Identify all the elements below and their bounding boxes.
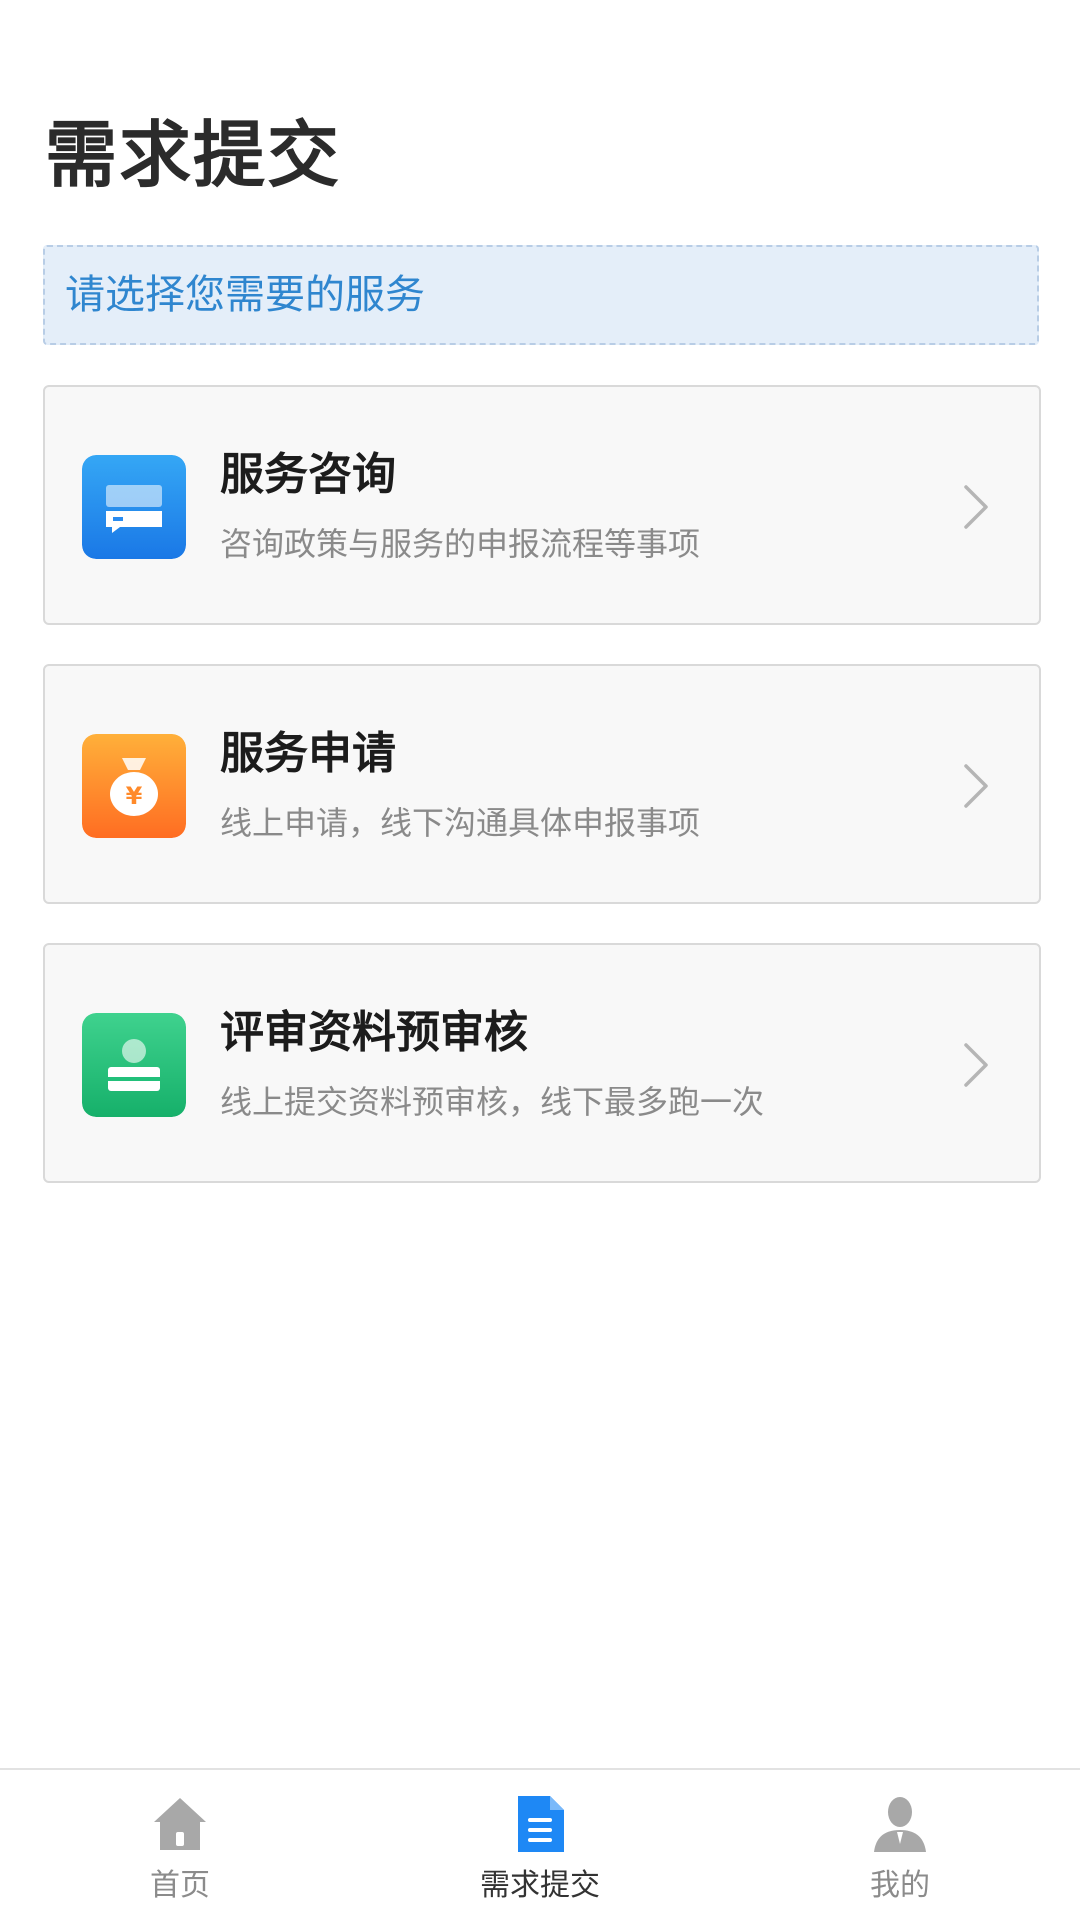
service-card-review[interactable]: 评审资料预审核 线上提交资料预审核，线下最多跑一次 xyxy=(43,943,1041,1183)
svg-text:¥: ¥ xyxy=(126,782,143,810)
chevron-right-icon xyxy=(961,762,991,810)
hint-banner: 请选择您需要的服务 xyxy=(43,245,1039,345)
tab-label: 首页 xyxy=(150,1868,210,1903)
tab-demand-submit[interactable]: 需求提交 xyxy=(360,1770,720,1920)
service-title: 服务申请 xyxy=(220,728,396,779)
service-title: 评审资料预审核 xyxy=(220,1007,528,1058)
home-icon xyxy=(150,1792,210,1856)
money-bag-icon: ¥ xyxy=(82,734,186,838)
service-card-application[interactable]: ¥ 服务申请 线上申请，线下沟通具体申报事项 xyxy=(43,664,1041,904)
service-description: 咨询政策与服务的申报流程等事项 xyxy=(220,525,701,563)
person-icon xyxy=(870,1792,930,1856)
chevron-right-icon xyxy=(961,483,991,531)
service-title: 服务咨询 xyxy=(220,449,396,500)
service-card-consultation[interactable]: 服务咨询 咨询政策与服务的申报流程等事项 xyxy=(43,385,1041,625)
chevron-right-icon xyxy=(961,1041,991,1089)
service-description: 线上申请，线下沟通具体申报事项 xyxy=(220,804,701,842)
tab-mine[interactable]: 我的 xyxy=(720,1770,1080,1920)
page-title: 需求提交 xyxy=(45,113,342,197)
hint-text: 请选择您需要的服务 xyxy=(65,272,425,318)
document-icon xyxy=(510,1792,570,1856)
person-card-icon xyxy=(82,1013,186,1117)
tab-home[interactable]: 首页 xyxy=(0,1770,360,1920)
service-description: 线上提交资料预审核，线下最多跑一次 xyxy=(220,1083,765,1121)
chat-card-icon xyxy=(82,455,186,559)
bottom-tab-bar: 首页 需求提交 我的 xyxy=(0,1768,1080,1920)
tab-label: 我的 xyxy=(870,1868,930,1903)
tab-label: 需求提交 xyxy=(480,1868,600,1903)
